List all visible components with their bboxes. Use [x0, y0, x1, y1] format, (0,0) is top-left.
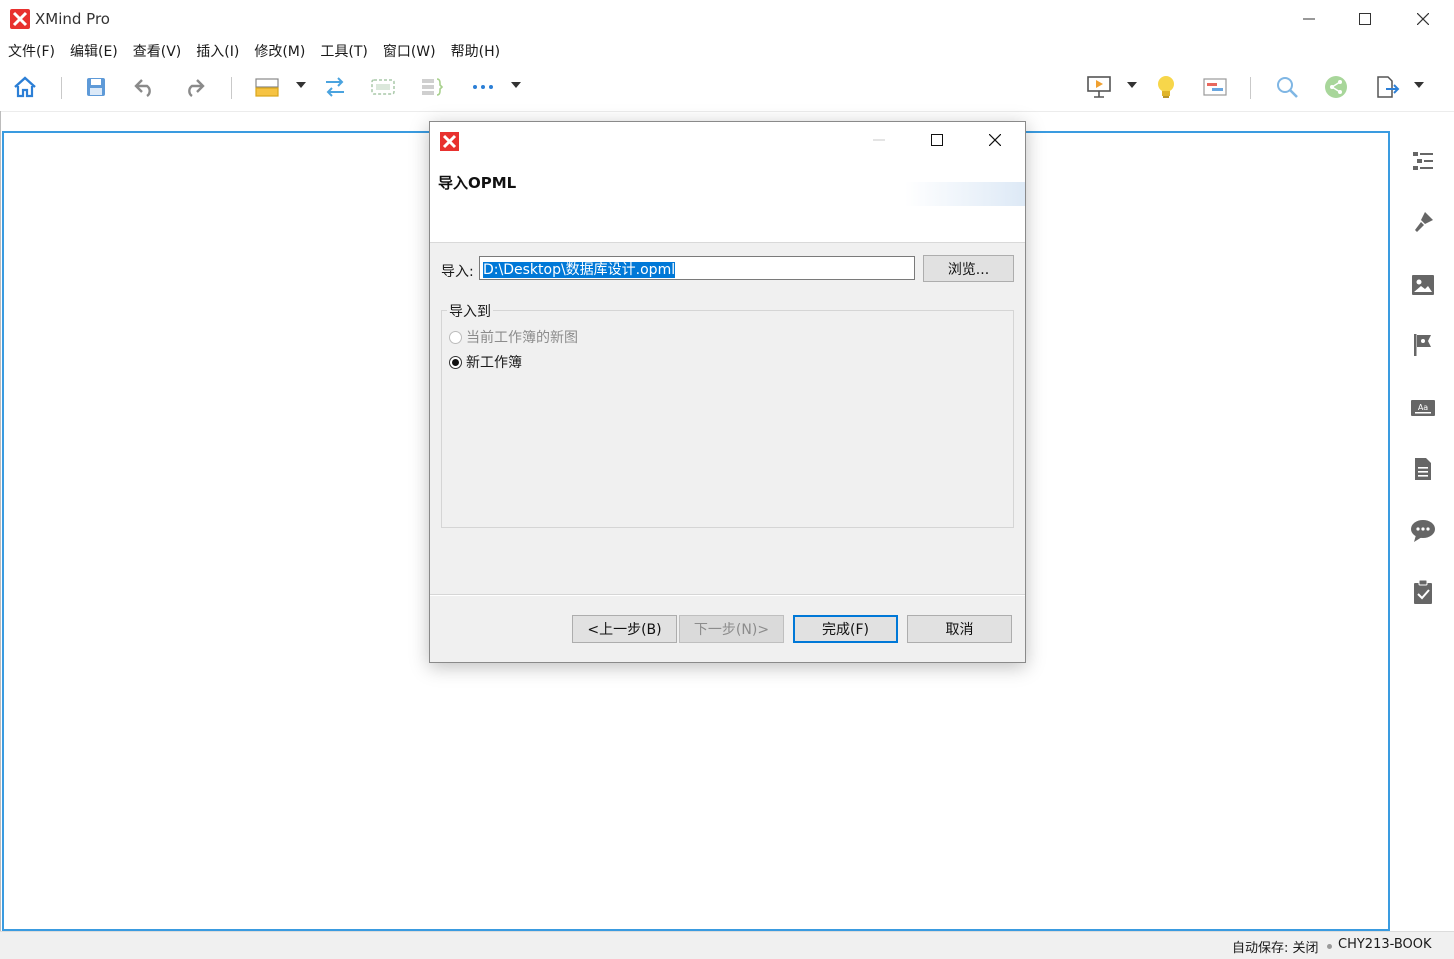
radio-label: 当前工作簿的新图	[466, 330, 578, 346]
browse-button[interactable]: 浏览...	[923, 255, 1014, 282]
import-label: 导入:	[441, 264, 474, 280]
presentation-dropdown-icon[interactable]	[1127, 82, 1137, 88]
search-icon[interactable]	[1273, 74, 1301, 100]
menu-tools[interactable]: 工具(T)	[312, 38, 374, 62]
toolbar-separator	[1250, 77, 1251, 99]
more-icon[interactable]	[469, 74, 497, 100]
save-icon[interactable]	[82, 74, 110, 100]
share-icon[interactable]	[1322, 74, 1350, 100]
task-icon[interactable]	[1408, 577, 1438, 607]
topic-icon[interactable]	[253, 74, 281, 100]
title-bar: XMind Pro	[0, 0, 1454, 38]
dialog-heading: 导入OPML	[438, 174, 517, 192]
comment-icon[interactable]	[1408, 516, 1438, 546]
svg-text:Aa: Aa	[1418, 403, 1428, 412]
export-icon[interactable]	[1373, 74, 1401, 100]
menu-view[interactable]: 查看(V)	[125, 38, 189, 62]
back-button[interactable]: <上一步(B)	[572, 615, 677, 643]
dialog-header: 导入OPML	[430, 122, 1025, 243]
notes-icon[interactable]	[1408, 454, 1438, 484]
topic-dropdown-icon[interactable]	[296, 82, 306, 88]
toolbar	[0, 62, 1454, 112]
radio-new-workbook[interactable]: 新工作簿	[449, 352, 522, 372]
text-icon[interactable]: Aa	[1408, 393, 1438, 423]
image-icon[interactable]	[1408, 270, 1438, 300]
summary-icon[interactable]	[418, 74, 446, 100]
menu-bar: 文件(F) 编辑(E) 查看(V) 插入(I) 修改(M) 工具(T) 窗口(W…	[0, 38, 1454, 62]
gantt-icon[interactable]	[1201, 74, 1229, 100]
toolbar-separator	[231, 77, 232, 99]
status-dot-icon	[1327, 944, 1332, 949]
import-target-title: 导入到	[447, 301, 493, 321]
window-title: XMind Pro	[35, 10, 110, 28]
side-panel: Aa	[1392, 131, 1454, 931]
menu-edit[interactable]: 编辑(E)	[62, 38, 125, 62]
boundary-icon[interactable]	[369, 74, 397, 100]
menu-help[interactable]: 帮助(H)	[443, 38, 507, 62]
relationship-icon[interactable]	[321, 74, 349, 100]
radio-button[interactable]	[449, 355, 462, 369]
close-button[interactable]	[1394, 0, 1452, 38]
cancel-button[interactable]: 取消	[907, 615, 1012, 643]
import-path-field[interactable]: D:\Desktop\数据库设计.opml	[479, 256, 915, 280]
dialog-maximize-button[interactable]	[908, 122, 966, 158]
format-icon[interactable]	[1408, 208, 1438, 238]
brainstorm-icon[interactable]	[1152, 74, 1180, 100]
header-decoration	[905, 182, 1025, 206]
redo-icon[interactable]	[180, 74, 208, 100]
marker-icon[interactable]	[1408, 330, 1438, 360]
undo-icon[interactable]	[131, 74, 159, 100]
autosave-status[interactable]: 自动保存: 关闭	[1232, 937, 1319, 956]
toolbar-divider	[0, 111, 1454, 112]
left-edge	[0, 111, 1, 931]
dialog-separator	[430, 594, 1025, 596]
export-dropdown-icon[interactable]	[1414, 82, 1424, 88]
menu-insert[interactable]: 插入(I)	[188, 38, 246, 62]
outline-icon[interactable]	[1408, 146, 1438, 176]
radio-label: 新工作簿	[466, 355, 522, 371]
finish-button[interactable]: 完成(F)	[793, 615, 898, 643]
radio-current-workbook: 当前工作簿的新图	[449, 327, 578, 347]
menu-modify[interactable]: 修改(M)	[246, 38, 312, 62]
dialog-close-button[interactable]	[966, 122, 1024, 158]
import-path-value: D:\Desktop\数据库设计.opml	[483, 262, 676, 278]
account-name[interactable]: CHY213-BOOK	[1338, 937, 1432, 952]
xmind-logo-icon	[440, 132, 459, 151]
home-icon[interactable]	[11, 74, 39, 100]
menu-window[interactable]: 窗口(W)	[375, 38, 443, 62]
radio-button	[449, 330, 462, 344]
minimize-button[interactable]	[1280, 0, 1338, 38]
more-dropdown-icon[interactable]	[511, 82, 521, 88]
maximize-button[interactable]	[1336, 0, 1394, 38]
import-opml-dialog: 导入OPML 导入: D:\Desktop\数据库设计.opml 浏览... 导…	[429, 121, 1026, 663]
menu-file[interactable]: 文件(F)	[0, 38, 62, 62]
dialog-minimize-button	[850, 122, 908, 158]
xmind-logo-icon	[10, 9, 30, 29]
presentation-icon[interactable]	[1085, 74, 1113, 100]
status-bar: 自动保存: 关闭 CHY213-BOOK	[0, 931, 1454, 959]
toolbar-separator	[61, 77, 62, 99]
next-button: 下一步(N)>	[679, 615, 784, 643]
